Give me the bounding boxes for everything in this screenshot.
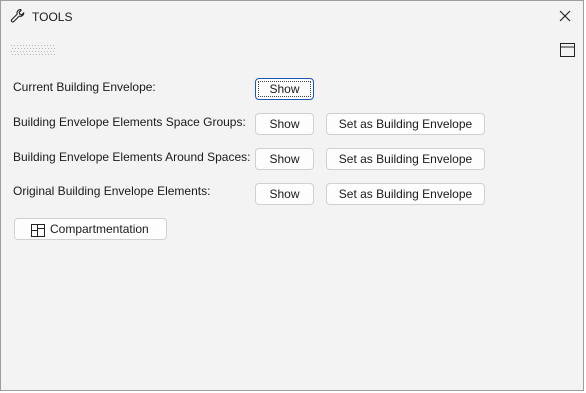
show-original-elements-button[interactable]: Show (255, 183, 314, 205)
set-space-groups-envelope-button[interactable]: Set as Building Envelope (326, 113, 485, 135)
wrench-icon (10, 8, 26, 24)
show-current-envelope-button[interactable]: Show (255, 78, 314, 100)
compartmentation-label: Compartmentation (50, 222, 149, 236)
close-icon (559, 10, 571, 22)
grip-dots-icon[interactable] (11, 44, 57, 56)
current-envelope-label: Current Building Envelope: (13, 80, 156, 94)
show-space-groups-button[interactable]: Show (255, 113, 314, 135)
title-bar[interactable]: TOOLS (1, 1, 583, 32)
compartmentation-button[interactable]: Compartmentation (14, 218, 167, 240)
show-around-spaces-button[interactable]: Show (255, 148, 314, 170)
around-spaces-label: Building Envelope Elements Around Spaces… (13, 150, 251, 164)
window-layout-icon[interactable] (560, 43, 575, 57)
original-elements-label: Original Building Envelope Elements: (13, 184, 211, 198)
close-button[interactable] (547, 1, 583, 32)
tools-window: TOOLS Current Building Envelope: Show Bu… (0, 0, 584, 391)
space-groups-label: Building Envelope Elements Space Groups: (13, 115, 246, 129)
window-title: TOOLS (32, 10, 73, 24)
set-original-elements-envelope-button[interactable]: Set as Building Envelope (326, 183, 485, 205)
compartment-grid-icon (31, 223, 45, 243)
set-around-spaces-envelope-button[interactable]: Set as Building Envelope (326, 148, 485, 170)
